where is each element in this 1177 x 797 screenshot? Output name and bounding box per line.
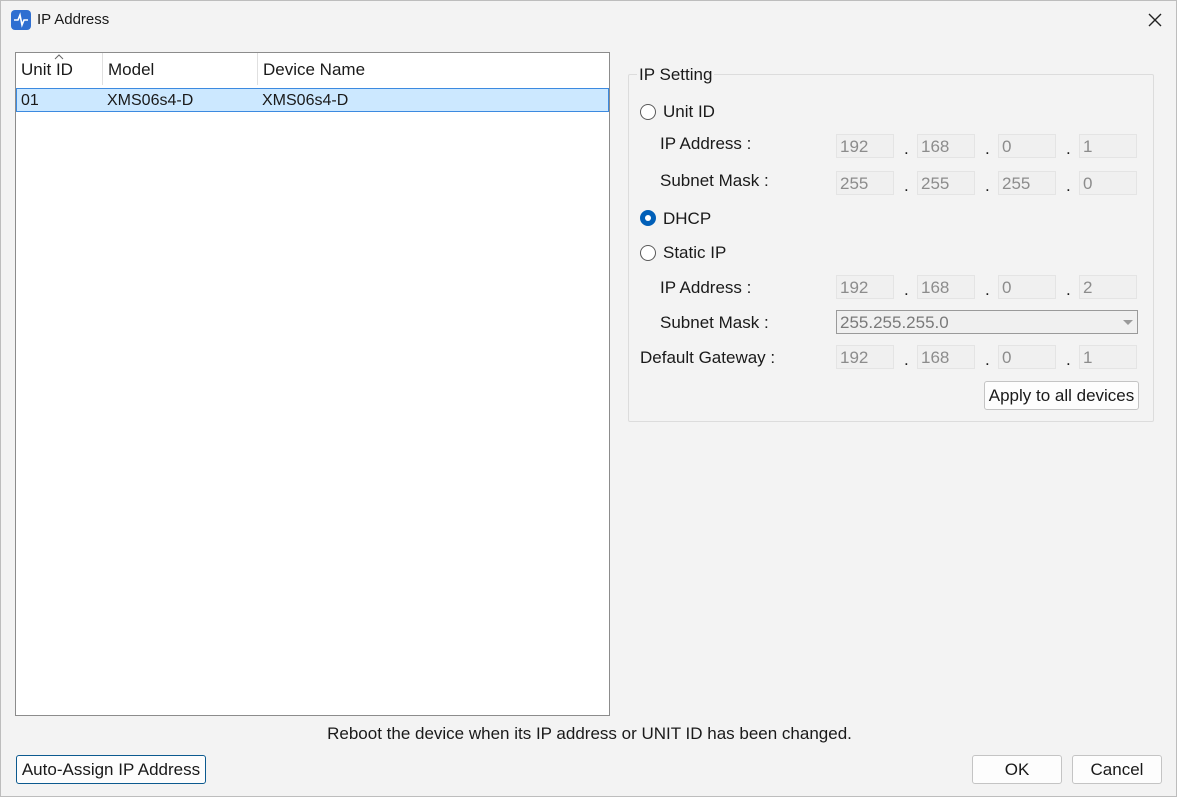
chevron-down-icon bbox=[1123, 320, 1133, 325]
static-ip-radio-label: Static IP bbox=[663, 243, 727, 262]
list-header: Unit ID Model Device Name bbox=[16, 53, 609, 85]
auto-assign-ip-button[interactable]: Auto-Assign IP Address bbox=[16, 755, 206, 784]
octet-separator: . bbox=[904, 280, 909, 299]
octet-separator: . bbox=[1066, 280, 1071, 299]
sort-ascending-icon bbox=[54, 54, 64, 60]
gateway-octet-4[interactable]: 1 bbox=[1079, 345, 1137, 369]
unit-id-mask-octet-3: 255 bbox=[998, 171, 1056, 195]
reboot-notice: Reboot the device when its IP address or… bbox=[327, 724, 852, 743]
octet-separator: . bbox=[985, 176, 990, 195]
column-header-device-name[interactable]: Device Name bbox=[258, 53, 609, 85]
static-mask-label: Subnet Mask : bbox=[660, 313, 769, 332]
unit-id-ip-octet-1: 192 bbox=[836, 134, 894, 158]
octet-separator: . bbox=[1066, 176, 1071, 195]
cell-model: XMS06s4-D bbox=[107, 92, 194, 109]
dhcp-radio[interactable] bbox=[640, 210, 656, 226]
unit-id-mask-octet-2: 255 bbox=[917, 171, 975, 195]
static-ip-octet-3[interactable]: 0 bbox=[998, 275, 1056, 299]
close-icon bbox=[1148, 13, 1162, 27]
octet-separator: . bbox=[1066, 350, 1071, 369]
column-header-label: Device Name bbox=[263, 60, 366, 79]
static-ip-octet-2[interactable]: 168 bbox=[917, 275, 975, 299]
app-icon bbox=[11, 10, 31, 30]
unit-id-radio[interactable] bbox=[640, 104, 656, 120]
cell-unit-id: 01 bbox=[21, 92, 39, 109]
subnet-mask-value: 255.255.255.0 bbox=[840, 313, 949, 332]
octet-separator: . bbox=[904, 176, 909, 195]
column-header-model[interactable]: Model bbox=[103, 53, 258, 85]
gateway-label: Default Gateway : bbox=[640, 348, 776, 367]
ip-address-dialog: IP Address Unit ID Model Device Name 01 bbox=[0, 0, 1177, 797]
static-ip-octet-4[interactable]: 2 bbox=[1079, 275, 1137, 299]
static-ip-radio[interactable] bbox=[640, 245, 656, 261]
static-ip-octet-1[interactable]: 192 bbox=[836, 275, 894, 299]
title-bar: IP Address bbox=[1, 1, 1176, 39]
gateway-octet-1[interactable]: 192 bbox=[836, 345, 894, 369]
device-list[interactable]: Unit ID Model Device Name 01 XMS06s4-D X… bbox=[15, 52, 610, 716]
unit-id-radio-label: Unit ID bbox=[663, 102, 715, 121]
octet-separator: . bbox=[985, 280, 990, 299]
gateway-octet-3[interactable]: 0 bbox=[998, 345, 1056, 369]
window-title: IP Address bbox=[37, 11, 110, 28]
ok-button[interactable]: OK bbox=[972, 755, 1062, 784]
octet-separator: . bbox=[904, 139, 909, 158]
unit-id-ip-octet-3: 0 bbox=[998, 134, 1056, 158]
close-button[interactable] bbox=[1139, 5, 1171, 35]
column-header-unit-id[interactable]: Unit ID bbox=[16, 53, 103, 85]
unit-id-ip-octet-2: 168 bbox=[917, 134, 975, 158]
cell-device-name: XMS06s4-D bbox=[262, 92, 349, 109]
cancel-button[interactable]: Cancel bbox=[1072, 755, 1162, 784]
column-header-label: Model bbox=[108, 60, 155, 79]
octet-separator: . bbox=[1066, 139, 1071, 158]
table-row[interactable]: 01 XMS06s4-D XMS06s4-D bbox=[16, 88, 609, 112]
dhcp-radio-label: DHCP bbox=[663, 209, 712, 228]
apply-to-all-devices-button[interactable]: Apply to all devices bbox=[984, 381, 1139, 410]
octet-separator: . bbox=[904, 350, 909, 369]
octet-separator: . bbox=[985, 350, 990, 369]
subnet-mask-dropdown[interactable]: 255.255.255.0 bbox=[836, 310, 1138, 334]
unit-id-mask-octet-1: 255 bbox=[836, 171, 894, 195]
gateway-octet-2[interactable]: 168 bbox=[917, 345, 975, 369]
ip-setting-title: IP Setting bbox=[637, 65, 715, 85]
unit-id-ip-octet-4: 1 bbox=[1079, 134, 1137, 158]
octet-separator: . bbox=[985, 139, 990, 158]
static-ip-label: IP Address : bbox=[660, 278, 752, 297]
column-header-label: Unit ID bbox=[21, 60, 73, 79]
unit-id-ip-label: IP Address : bbox=[660, 134, 752, 153]
unit-id-mask-label: Subnet Mask : bbox=[660, 171, 769, 190]
unit-id-mask-octet-4: 0 bbox=[1079, 171, 1137, 195]
